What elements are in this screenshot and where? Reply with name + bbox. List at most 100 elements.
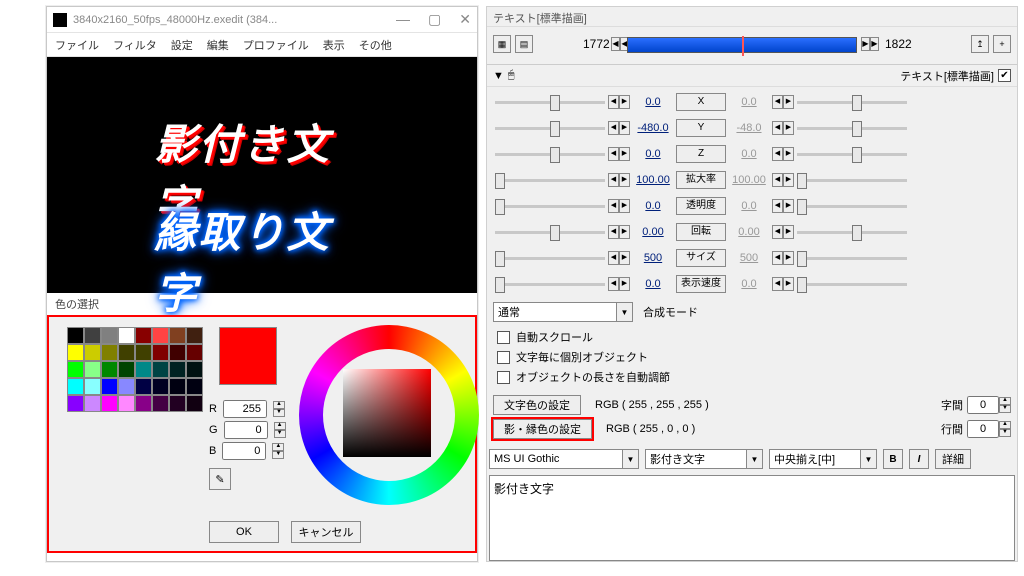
value-right[interactable]: 0.0 xyxy=(727,200,771,212)
value-right[interactable]: 500 xyxy=(727,252,771,264)
spin-left[interactable]: ◀▶ xyxy=(608,147,630,161)
slider-right[interactable] xyxy=(797,231,907,234)
char-space-input[interactable] xyxy=(967,396,999,414)
value-left[interactable]: 0.0 xyxy=(631,148,675,160)
value-left[interactable]: -480.0 xyxy=(631,122,675,134)
value-left[interactable]: 0.0 xyxy=(631,200,675,212)
sv-square[interactable] xyxy=(343,369,431,457)
section-header[interactable]: ▼ 🖱 テキスト[標準描画] ✔ xyxy=(487,65,1017,87)
eyedropper-button[interactable]: ✎ xyxy=(209,468,231,490)
palette-swatch[interactable] xyxy=(101,327,118,344)
palette-swatch[interactable] xyxy=(67,395,84,412)
palette-swatch[interactable] xyxy=(118,344,135,361)
style-combo[interactable]: 影付き文字▼ xyxy=(645,449,763,469)
slider-left[interactable] xyxy=(495,231,605,234)
italic-button[interactable]: I xyxy=(909,449,929,469)
checkbox-row[interactable]: オブジェクトの長さを自動調節 xyxy=(493,367,1011,387)
checkbox-row[interactable]: 自動スクロール xyxy=(493,327,1011,347)
value-left[interactable]: 0.00 xyxy=(631,226,675,238)
tool-icon-1[interactable]: ▦ xyxy=(493,35,511,53)
palette-swatch[interactable] xyxy=(152,327,169,344)
checkbox[interactable] xyxy=(497,331,510,344)
spin-left[interactable]: ◀▶ xyxy=(608,277,630,291)
palette-swatch[interactable] xyxy=(84,395,101,412)
palette-swatch[interactable] xyxy=(84,344,101,361)
timeline-bar[interactable] xyxy=(627,37,857,53)
slider-right[interactable] xyxy=(797,179,907,182)
value-right[interactable]: -48.0 xyxy=(727,122,771,134)
cancel-button[interactable]: キャンセル xyxy=(291,521,361,543)
palette-swatch[interactable] xyxy=(118,378,135,395)
bold-button[interactable]: B xyxy=(883,449,903,469)
menu-view[interactable]: 表示 xyxy=(323,37,345,53)
slider-right[interactable] xyxy=(797,101,907,104)
value-right[interactable]: 0.0 xyxy=(727,148,771,160)
maximize-button[interactable]: ▢ xyxy=(428,11,441,28)
palette-swatch[interactable] xyxy=(169,361,186,378)
titlebar[interactable]: 3840x2160_50fps_48000Hz.exedit (384... —… xyxy=(47,7,477,33)
param-button[interactable]: サイズ xyxy=(676,249,726,267)
palette-swatch[interactable] xyxy=(135,378,152,395)
spin-right[interactable]: ◀▶ xyxy=(772,199,794,213)
spin-right[interactable]: ◀▶ xyxy=(772,225,794,239)
palette-swatch[interactable] xyxy=(186,395,203,412)
palette-swatch[interactable] xyxy=(135,395,152,412)
palette-swatch[interactable] xyxy=(169,327,186,344)
menu-other[interactable]: その他 xyxy=(359,37,392,53)
palette-swatch[interactable] xyxy=(84,327,101,344)
param-button[interactable]: X xyxy=(676,93,726,111)
value-right[interactable]: 0.0 xyxy=(727,278,771,290)
text-content-textarea[interactable]: 影付き文字 xyxy=(489,475,1015,561)
align-combo[interactable]: 中央揃え[中]▼ xyxy=(769,449,877,469)
char-space-down[interactable]: ▼ xyxy=(999,405,1011,413)
spin-left[interactable]: ◀▶ xyxy=(608,95,630,109)
value-left[interactable]: 0.0 xyxy=(631,96,675,108)
b-up[interactable]: ▲ xyxy=(272,443,284,451)
param-button[interactable]: 拡大率 xyxy=(676,171,726,189)
palette-swatch[interactable] xyxy=(186,361,203,378)
palette-swatch[interactable] xyxy=(118,361,135,378)
value-left[interactable]: 100.00 xyxy=(631,174,675,186)
palette-swatch[interactable] xyxy=(152,361,169,378)
slider-left[interactable] xyxy=(495,283,605,286)
char-space-up[interactable]: ▲ xyxy=(999,397,1011,405)
b-down[interactable]: ▼ xyxy=(272,451,284,459)
r-up[interactable]: ▲ xyxy=(273,401,285,409)
slider-left[interactable] xyxy=(495,101,605,104)
palette-swatch[interactable] xyxy=(169,378,186,395)
palette-swatch[interactable] xyxy=(67,378,84,395)
palette-swatch[interactable] xyxy=(101,395,118,412)
palette-swatch[interactable] xyxy=(101,344,118,361)
param-button[interactable]: 回転 xyxy=(676,223,726,241)
palette-swatch[interactable] xyxy=(186,344,203,361)
minimize-button[interactable]: — xyxy=(396,11,410,28)
input-g[interactable] xyxy=(224,421,268,439)
spin-left[interactable]: ◀▶ xyxy=(608,225,630,239)
slider-left[interactable] xyxy=(495,257,605,260)
checkbox-row[interactable]: 文字毎に個別オブジェクト xyxy=(493,347,1011,367)
line-space-down[interactable]: ▼ xyxy=(999,429,1011,437)
palette-swatch[interactable] xyxy=(67,361,84,378)
palette-swatch[interactable] xyxy=(135,344,152,361)
slider-right[interactable] xyxy=(797,127,907,130)
menu-file[interactable]: ファイル xyxy=(55,37,99,53)
param-button[interactable]: 透明度 xyxy=(676,197,726,215)
palette-swatch[interactable] xyxy=(84,361,101,378)
palette-swatch[interactable] xyxy=(169,395,186,412)
value-left[interactable]: 500 xyxy=(631,252,675,264)
menu-filter[interactable]: フィルタ xyxy=(113,37,157,53)
checkbox[interactable] xyxy=(497,371,510,384)
r-down[interactable]: ▼ xyxy=(273,409,285,417)
line-space-input[interactable] xyxy=(967,420,999,438)
slider-left[interactable] xyxy=(495,127,605,130)
value-right[interactable]: 0.00 xyxy=(727,226,771,238)
palette-swatch[interactable] xyxy=(67,327,84,344)
shadow-color-button[interactable]: 影・縁色の設定 xyxy=(493,419,592,439)
checkbox[interactable] xyxy=(497,351,510,364)
palette-swatch[interactable] xyxy=(186,378,203,395)
palette-swatch[interactable] xyxy=(118,327,135,344)
tool-arrow-up[interactable]: ↥ xyxy=(971,35,989,53)
palette-swatch[interactable] xyxy=(67,344,84,361)
ok-button[interactable]: OK xyxy=(209,521,279,543)
spin-left[interactable]: ◀▶ xyxy=(608,251,630,265)
